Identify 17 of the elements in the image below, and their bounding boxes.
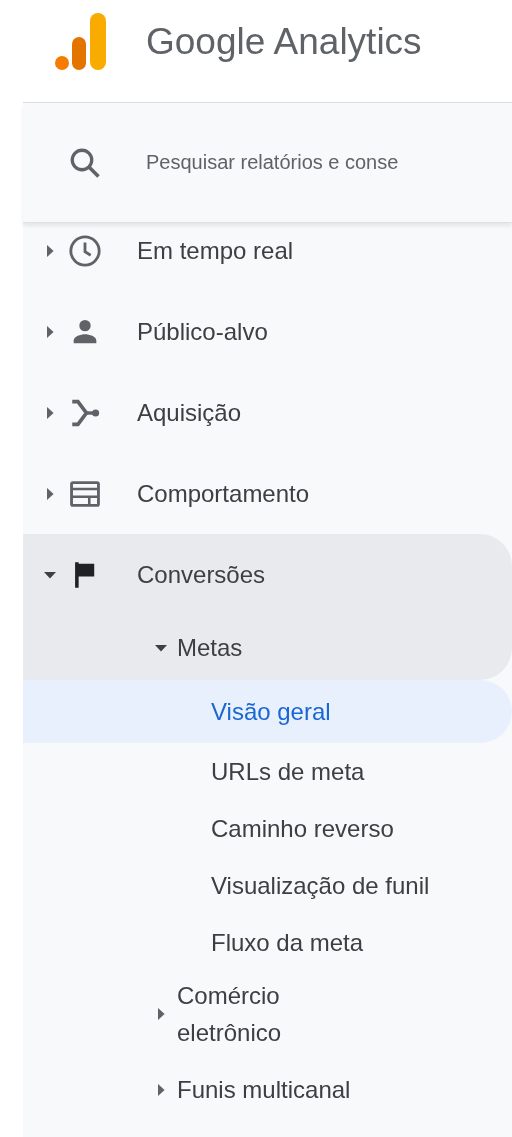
logo-icon — [54, 11, 108, 71]
nav-item[interactable]: Funis multicanal — [23, 1057, 512, 1122]
nav-item[interactable]: Em tempo real — [23, 223, 512, 291]
search-field[interactable]: Pesquisar relatórios e conse — [146, 151, 512, 174]
nav-subitem[interactable]: Fluxo da meta — [23, 914, 512, 971]
nav-subitem[interactable]: URLs de meta — [23, 743, 512, 800]
clock-icon — [68, 233, 102, 268]
nav-item[interactable]: Aquisição — [23, 372, 512, 453]
nav-subitem[interactable]: Caminho reverso — [23, 800, 512, 857]
app-title: Google Analytics — [146, 21, 422, 63]
nav-item[interactable]: Público-alvo — [23, 291, 512, 372]
nav-item[interactable]: Comércio eletrônico — [23, 971, 512, 1057]
nav-subitem[interactable]: Visualização de funil — [23, 857, 512, 914]
nav-item[interactable]: Conversões — [23, 534, 512, 615]
nav-item[interactable]: Comportamento — [23, 453, 512, 534]
nav-subitem[interactable]: Visão geral — [23, 680, 512, 743]
nav-item[interactable]: Metas — [23, 615, 512, 680]
